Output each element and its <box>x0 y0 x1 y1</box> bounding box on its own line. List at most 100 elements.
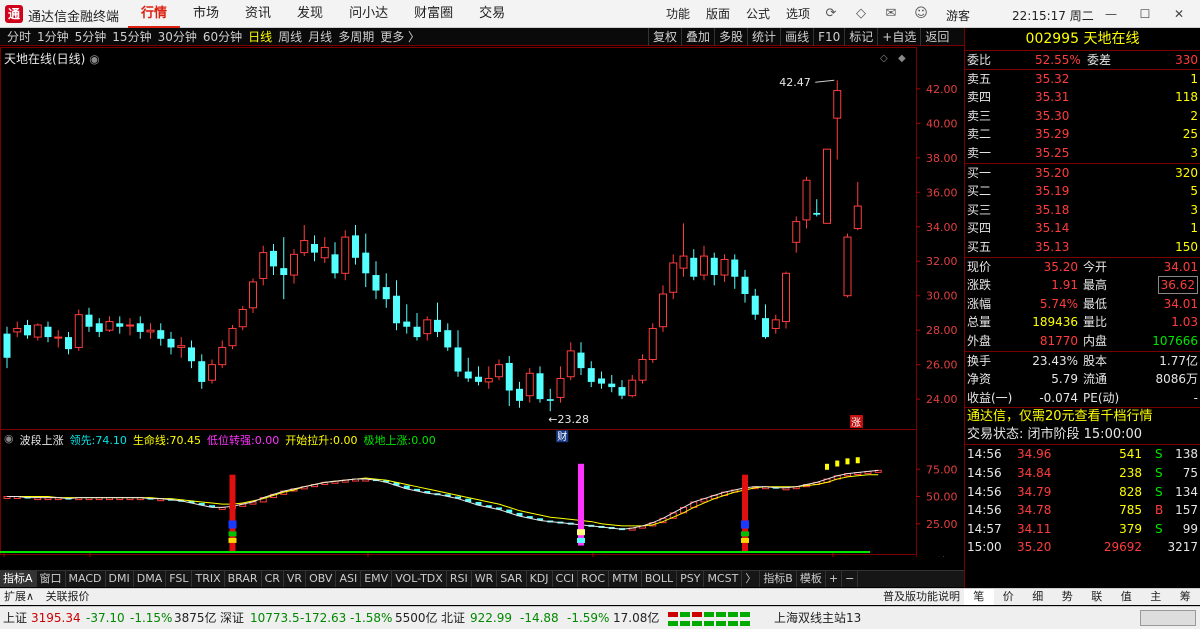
menu-zixun[interactable]: 资讯 <box>232 0 284 28</box>
menu-jiaoyi[interactable]: 交易 <box>466 0 518 28</box>
indicator-tab[interactable]: TRIX <box>192 571 225 587</box>
indicator-tab[interactable]: DMI <box>106 571 134 587</box>
indicator-tab[interactable]: 〉 <box>742 571 761 587</box>
indicator-tab[interactable]: RSI <box>447 571 472 587</box>
period-monthly[interactable]: 月线 <box>305 28 335 46</box>
menu-gongshi[interactable]: 公式 <box>738 0 778 28</box>
tool-f10[interactable]: F10 <box>813 28 844 46</box>
right-tab[interactable]: 筹 <box>1171 589 1200 605</box>
tool-back[interactable]: 返回 <box>920 28 953 46</box>
function-help-link[interactable]: 普及版功能说明 <box>879 589 964 605</box>
period-more[interactable]: 更多 〉 <box>377 28 423 46</box>
sz-amount: 5500亿 <box>395 611 438 625</box>
bz-label[interactable]: 北证 <box>441 607 465 629</box>
user-icon[interactable]: ☺ <box>906 0 936 28</box>
indicator-tab[interactable]: EMV <box>361 571 393 587</box>
indicator-tab[interactable]: − <box>842 571 859 587</box>
kline-chart-svg[interactable]: 42.00 40.00 38.00 36.00 34.00 32.00 30.00 28.00… <box>0 47 964 557</box>
server-station[interactable]: 上海双线主站13 <box>774 607 861 629</box>
sz-label[interactable]: 深证 <box>220 607 244 629</box>
tool-duogu[interactable]: 多股 <box>714 28 747 46</box>
right-tab[interactable]: 细 <box>1023 589 1053 605</box>
close-icon[interactable]: ✕ <box>1162 0 1196 28</box>
indicator-tab[interactable]: VOL-TDX <box>392 571 447 587</box>
indicator-tab[interactable]: VR <box>284 571 307 587</box>
menu-caifuquan[interactable]: 财富圈 <box>401 0 466 28</box>
period-fenshi[interactable]: 分时 <box>4 28 34 46</box>
maximize-icon[interactable]: ☐ <box>1128 0 1162 28</box>
right-tab[interactable]: 价 <box>994 589 1024 605</box>
candle <box>587 361 595 388</box>
indicator-tab[interactable]: KDJ <box>527 571 553 587</box>
shield-icon[interactable]: ◇ <box>846 0 876 28</box>
indicator-tab[interactable]: MCST <box>704 571 743 587</box>
indicator-tab[interactable]: + <box>826 571 843 587</box>
related-quote-button[interactable]: 关联报价 <box>42 590 94 603</box>
tool-fuquan[interactable]: 复权 <box>648 28 681 46</box>
period-15min[interactable]: 15分钟 <box>109 28 154 46</box>
indicator-tab[interactable]: 窗口 <box>37 571 66 587</box>
event-marker-zhang[interactable]: 涨 <box>851 417 861 429</box>
tool-biaoji[interactable]: 标记 <box>844 28 877 46</box>
indicator-tab[interactable]: DMA <box>134 571 167 587</box>
right-tab[interactable]: 势 <box>1053 589 1083 605</box>
indicator-tab[interactable]: MACD <box>66 571 106 587</box>
indicator-tab[interactable]: CCI <box>553 571 579 587</box>
diamond-icon[interactable]: ◆ <box>898 53 906 64</box>
indicator-tab[interactable]: FSL <box>166 571 193 587</box>
indicator-settings-icon[interactable]: ◉ <box>4 432 14 448</box>
menu-hangqing[interactable]: 行情 <box>128 0 181 28</box>
indicator-tab[interactable]: BOLL <box>642 571 678 587</box>
notice-row[interactable]: 通达信，仅需20元查看千档行情 <box>965 407 1200 426</box>
right-tab[interactable]: 主 <box>1141 589 1171 605</box>
indicator-tab[interactable]: 模板 <box>797 571 826 587</box>
right-tab[interactable]: 笔 <box>964 589 994 605</box>
indicator-tab[interactable]: SAR <box>497 571 527 587</box>
indicator-tab[interactable]: 指标A <box>0 571 37 587</box>
mail-icon[interactable]: ✉ <box>876 0 906 28</box>
period-30min[interactable]: 30分钟 <box>155 28 200 46</box>
right-tab[interactable]: 联 <box>1082 589 1112 605</box>
right-tab[interactable]: 值 <box>1112 589 1142 605</box>
expand-button[interactable]: 扩展∧ <box>0 590 38 603</box>
signal-block-blue <box>741 520 749 529</box>
period-daily[interactable]: 日线 <box>245 28 275 46</box>
price-tick-label: 32.00 <box>926 255 958 268</box>
menu-wenxiaoda[interactable]: 问小达 <box>336 0 401 28</box>
indicator-tab[interactable]: BRAR <box>225 571 262 587</box>
tool-add-watchlist[interactable]: +自选 <box>877 28 920 46</box>
menu-gongneng[interactable]: 功能 <box>658 0 698 28</box>
diamond-icon[interactable]: ◇ <box>880 53 888 64</box>
period-weekly[interactable]: 周线 <box>275 28 305 46</box>
indicator-tab[interactable]: ASI <box>336 571 362 587</box>
indicator-tab[interactable]: WR <box>472 571 498 587</box>
settings-dot-icon[interactable]: ◉ <box>89 52 99 66</box>
tool-tongji[interactable]: 统计 <box>747 28 780 46</box>
period-60min[interactable]: 60分钟 <box>200 28 245 46</box>
tool-huaxian[interactable]: 画线 <box>780 28 813 46</box>
event-marker-cai[interactable]: 财 <box>557 430 567 443</box>
indicator-tab[interactable]: MTM <box>609 571 642 587</box>
period-1min[interactable]: 1分钟 <box>34 28 72 46</box>
indicator-group <box>0 457 882 553</box>
tool-diejia[interactable]: 叠加 <box>681 28 714 46</box>
indicator-tab[interactable]: PSY <box>677 571 705 587</box>
menu-shichang[interactable]: 市场 <box>180 0 232 28</box>
period-multi[interactable]: 多周期 <box>335 28 377 46</box>
menu-banmian[interactable]: 版面 <box>698 0 738 28</box>
menu-faxian[interactable]: 发现 <box>284 0 336 28</box>
indicator-tab[interactable]: CR <box>262 571 284 587</box>
sh-label[interactable]: 上证 <box>3 607 27 629</box>
connection-status-icon[interactable] <box>1140 610 1196 626</box>
indicator-tab[interactable]: OBV <box>306 571 337 587</box>
indicator-tab[interactable]: ROC <box>578 571 610 587</box>
minimize-icon[interactable]: — <box>1094 0 1128 28</box>
notice-text[interactable]: 通达信，仅需20元查看千档行情 <box>967 408 1153 426</box>
period-5min[interactable]: 5分钟 <box>72 28 110 46</box>
menu-xuanxiang[interactable]: 选项 <box>778 0 818 28</box>
user-status[interactable]: 游客 <box>946 7 970 24</box>
indicator-tab[interactable]: 指标B <box>760 571 797 587</box>
kline-chart-area[interactable]: 42.00 40.00 38.00 36.00 34.00 32.00 30.00 28.00… <box>0 47 964 557</box>
refresh-icon[interactable]: ⟳ <box>816 0 846 28</box>
bid-row: 买三 35.18 3 <box>965 201 1200 220</box>
